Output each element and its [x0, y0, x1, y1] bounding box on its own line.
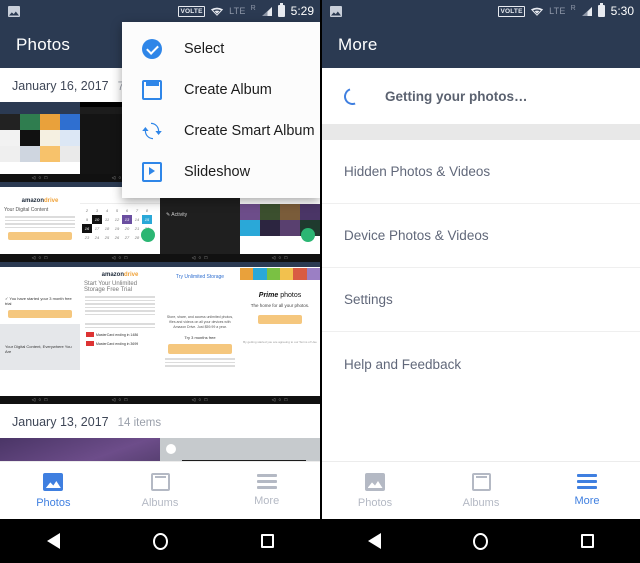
photo-thumbnail[interactable]: amazondrive Start Your Unlimited Storage…	[80, 262, 160, 404]
network-type-label: LTE	[229, 6, 246, 16]
android-system-navigation[interactable]	[0, 519, 320, 563]
status-bar-left	[8, 5, 178, 17]
battery-icon	[277, 3, 285, 17]
photo-thumbnail[interactable]	[0, 438, 160, 461]
roaming-indicator: R	[570, 4, 576, 12]
nav-tab-albums[interactable]: Albums	[107, 472, 214, 509]
photo-grid-row	[0, 438, 320, 461]
more-icon	[256, 474, 277, 489]
more-options-list[interactable]: Hidden Photos & Videos Device Photos & V…	[322, 140, 640, 396]
nav-tab-photos[interactable]: Photos	[322, 472, 428, 509]
android-system-navigation[interactable]	[322, 519, 640, 563]
status-bar-right: VOLTE LTE R 5:29	[177, 3, 314, 18]
network-type-label: LTE	[549, 6, 566, 16]
clock: 5:29	[290, 4, 314, 18]
list-item-label: Help and Feedback	[344, 356, 462, 372]
section-divider	[322, 124, 640, 140]
phone-screen-photos: VOLTE LTE R 5:29 Photos January 16, 2017…	[0, 0, 320, 563]
recents-icon[interactable]	[580, 534, 594, 548]
wifi-icon	[211, 7, 224, 16]
menu-item-label: Create Album	[184, 81, 272, 98]
photo-thumbnail[interactable]: amazondrive Your Digital Content	[0, 182, 80, 262]
photo-thumbnail[interactable]: Prime photos The home for all your photo…	[240, 262, 320, 404]
section-header-jan13: January 13, 2017 14 items	[0, 404, 320, 438]
overflow-menu[interactable]: Select Create Album Create Smart Album S…	[122, 22, 320, 198]
check-circle-icon	[142, 38, 162, 59]
bottom-navigation[interactable]: Photos Albums More	[322, 461, 640, 519]
create-album-icon	[142, 79, 162, 100]
signal-bars-icon	[261, 6, 272, 16]
left-screen-body: VOLTE LTE R 5:29 Photos January 16, 2017…	[0, 0, 320, 519]
phone-screen-more: VOLTE LTE R 5:30 More Getting your photo…	[320, 0, 640, 563]
nav-tab-albums[interactable]: Albums	[428, 472, 534, 509]
volte-badge: VOLTE	[497, 5, 526, 17]
status-bar: VOLTE LTE R 5:29	[0, 0, 320, 22]
nav-tab-photos[interactable]: Photos	[0, 472, 107, 509]
slideshow-icon	[142, 161, 162, 182]
menu-item-label: Create Smart Album	[184, 122, 315, 139]
menu-item-label: Slideshow	[184, 163, 251, 180]
photo-thumbnail[interactable]	[160, 438, 320, 461]
loading-status-text: Getting your photos…	[385, 88, 528, 104]
right-screen-body: VOLTE LTE R 5:30 More Getting your photo…	[322, 0, 640, 519]
photo-thumbnail[interactable]	[0, 102, 80, 182]
nav-tab-label: More	[254, 495, 280, 507]
menu-item-create-album[interactable]: Create Album	[122, 69, 320, 110]
nav-tab-more[interactable]: More	[534, 474, 640, 507]
more-icon	[577, 474, 597, 489]
page-title: More	[338, 35, 378, 54]
page-title: Photos	[16, 35, 71, 54]
clock: 5:30	[610, 4, 634, 18]
nav-tab-label: Photos	[357, 496, 393, 509]
section-date: January 16, 2017	[12, 79, 109, 93]
wifi-icon	[531, 7, 544, 16]
status-bar: VOLTE LTE R 5:30	[322, 0, 640, 22]
status-bar-left	[330, 5, 498, 17]
menu-item-select[interactable]: Select	[122, 28, 320, 69]
albums-icon	[471, 472, 491, 491]
home-icon[interactable]	[473, 532, 489, 550]
list-item-settings[interactable]: Settings	[322, 268, 640, 332]
volte-badge: VOLTE	[177, 5, 206, 17]
home-icon[interactable]	[152, 532, 168, 550]
roaming-indicator: R	[250, 4, 256, 12]
menu-item-create-smart-album[interactable]: Create Smart Album	[122, 110, 320, 151]
sync-icon	[142, 121, 162, 141]
loading-status-row: Getting your photos…	[322, 68, 640, 124]
section-date: January 13, 2017	[12, 415, 109, 429]
list-item-device-photos[interactable]: Device Photos & Videos	[322, 204, 640, 268]
list-item-hidden-photos[interactable]: Hidden Photos & Videos	[322, 140, 640, 204]
list-item-label: Settings	[344, 292, 393, 307]
section-count: 14 items	[117, 417, 162, 429]
nav-tab-label: Albums	[462, 496, 500, 509]
list-item-label: Hidden Photos & Videos	[344, 164, 491, 179]
back-icon[interactable]	[46, 533, 60, 549]
dual-screenshot-composite: VOLTE LTE R 5:29 Photos January 16, 2017…	[0, 0, 640, 563]
menu-item-label: Select	[184, 40, 225, 57]
menu-item-slideshow[interactable]: Slideshow	[122, 151, 320, 192]
status-bar-right: VOLTE LTE R 5:30	[497, 3, 634, 18]
nav-tab-label: More	[574, 495, 600, 507]
spinner-icon	[341, 84, 364, 108]
photo-thumbnail[interactable]: ✓ You have started your 3 month free tri…	[0, 262, 80, 404]
nav-tab-label: Albums	[141, 496, 179, 509]
nav-tab-more[interactable]: More	[213, 474, 320, 507]
battery-icon	[597, 3, 605, 17]
back-icon[interactable]	[368, 533, 382, 549]
app-toolbar: More	[322, 22, 640, 68]
photo-icon	[8, 5, 20, 17]
photo-icon	[330, 5, 342, 17]
recents-icon[interactable]	[260, 534, 274, 548]
bottom-navigation[interactable]: Photos Albums More	[0, 461, 320, 519]
photo-grid-row: ✓ You have started your 3 month free tri…	[0, 262, 320, 404]
photos-icon	[365, 472, 385, 491]
nav-tab-label: Photos	[36, 496, 71, 509]
photo-thumbnail[interactable]: Try Unlimited Storage Store, share, and …	[160, 262, 240, 404]
list-item-help-and-feedback[interactable]: Help and Feedback	[322, 332, 640, 396]
albums-icon	[150, 472, 170, 491]
list-item-label: Device Photos & Videos	[344, 228, 489, 243]
signal-bars-icon	[581, 6, 592, 16]
photos-icon	[43, 472, 64, 491]
